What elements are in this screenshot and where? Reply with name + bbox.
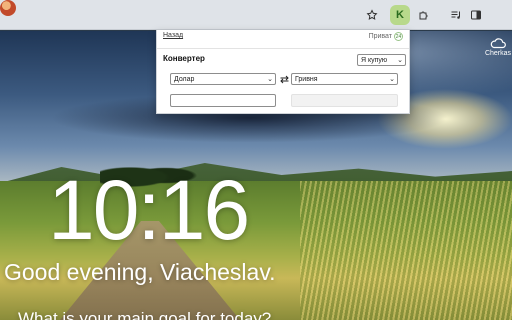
side-panel-icon[interactable] bbox=[466, 5, 486, 25]
cloud-icon bbox=[490, 38, 506, 49]
bank-badge: 24 bbox=[394, 32, 403, 41]
from-currency-select[interactable]: Долар ⌄ bbox=[170, 73, 276, 85]
chevron-down-icon: ⌄ bbox=[389, 75, 395, 83]
buy-sell-value: Я купую bbox=[361, 56, 388, 64]
converter-popup: Назад Приват 24 Конвертер Я купую ⌄ Дола… bbox=[156, 30, 410, 114]
media-controls-icon[interactable] bbox=[446, 5, 466, 25]
extensions-puzzle-icon[interactable] bbox=[414, 5, 434, 25]
to-currency-value: Гривня bbox=[295, 75, 318, 83]
converter-title: Конвертер bbox=[163, 54, 205, 63]
chevron-down-icon: ⌄ bbox=[397, 56, 403, 64]
from-currency-value: Долар bbox=[174, 75, 195, 83]
divider bbox=[157, 48, 409, 49]
clock-time: 10:16 bbox=[48, 163, 250, 257]
buy-sell-select[interactable]: Я купую ⌄ bbox=[357, 54, 406, 66]
extension-badge-label: K bbox=[396, 9, 404, 21]
swap-currencies-icon[interactable] bbox=[278, 74, 290, 85]
profile-avatar[interactable] bbox=[0, 0, 16, 16]
greeting-text: Good evening, Viacheslav. bbox=[4, 259, 276, 285]
amount-input[interactable] bbox=[170, 94, 276, 107]
focus-prompt[interactable]: What is your main goal for today? bbox=[18, 309, 271, 320]
to-currency-select[interactable]: Гривня ⌄ bbox=[291, 73, 398, 85]
chevron-down-icon: ⌄ bbox=[267, 75, 273, 83]
result-field bbox=[291, 94, 398, 107]
bank-logo: Приват 24 bbox=[369, 32, 403, 41]
tall-grass bbox=[300, 181, 512, 320]
bookmark-star-icon[interactable] bbox=[362, 5, 382, 25]
back-link[interactable]: Назад bbox=[163, 32, 183, 39]
weather-widget[interactable]: Cherkas bbox=[484, 38, 512, 57]
converter-extension-icon[interactable]: K bbox=[390, 5, 410, 25]
weather-city: Cherkas bbox=[484, 50, 512, 57]
browser-toolbar: K bbox=[0, 0, 512, 30]
bank-name: Приват bbox=[368, 33, 392, 40]
